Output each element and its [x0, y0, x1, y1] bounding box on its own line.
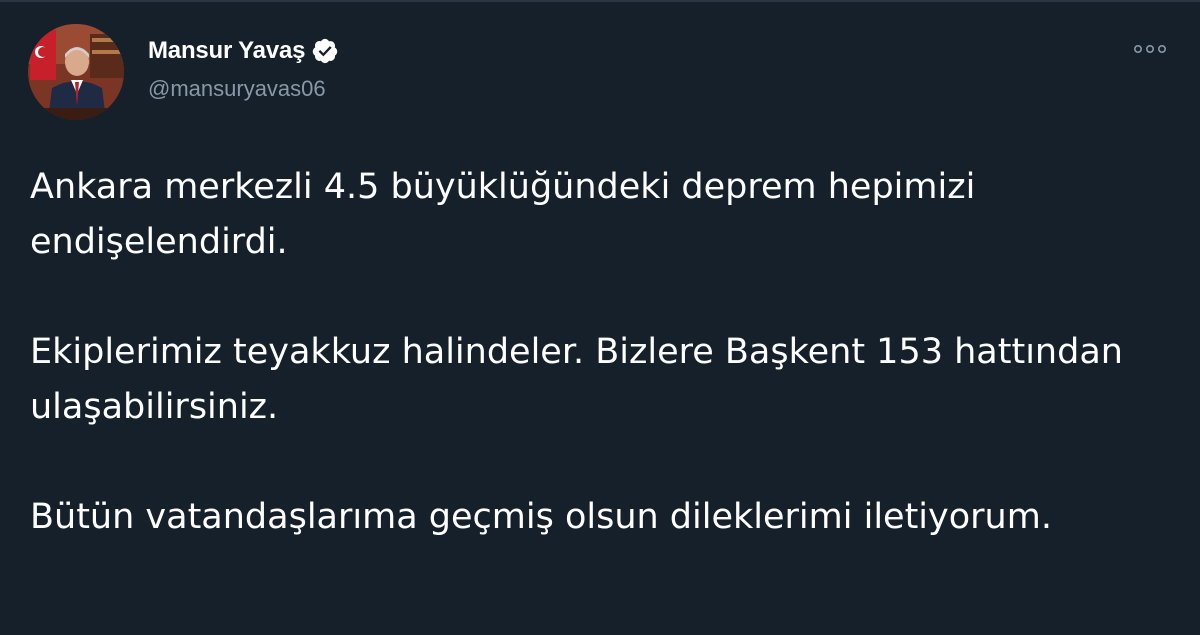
tweet-text: Ankara merkezli 4.5 büyüklüğündeki depre… — [30, 160, 1170, 545]
tweet-paragraph-3: Bütün vatandaşlarıma geçmiş olsun dilekl… — [30, 497, 1052, 537]
top-border — [0, 0, 1200, 2]
tweet-paragraph-2: Ekiplerimiz teyakkuz halindeler. Bizlere… — [30, 332, 1123, 427]
verified-badge-icon — [311, 37, 339, 65]
more-options-icon — [1133, 44, 1166, 54]
more-options-button[interactable] — [1130, 38, 1170, 60]
author-name-row: Mansur Yavaş — [148, 34, 339, 68]
profile-photo-icon — [28, 24, 124, 120]
avatar[interactable] — [28, 24, 124, 120]
tweet-paragraph-1: Ankara merkezli 4.5 büyüklüğündeki depre… — [30, 167, 976, 262]
author-display-name[interactable]: Mansur Yavaş — [148, 37, 305, 65]
author-handle[interactable]: @mansuryavas06 — [148, 76, 326, 102]
